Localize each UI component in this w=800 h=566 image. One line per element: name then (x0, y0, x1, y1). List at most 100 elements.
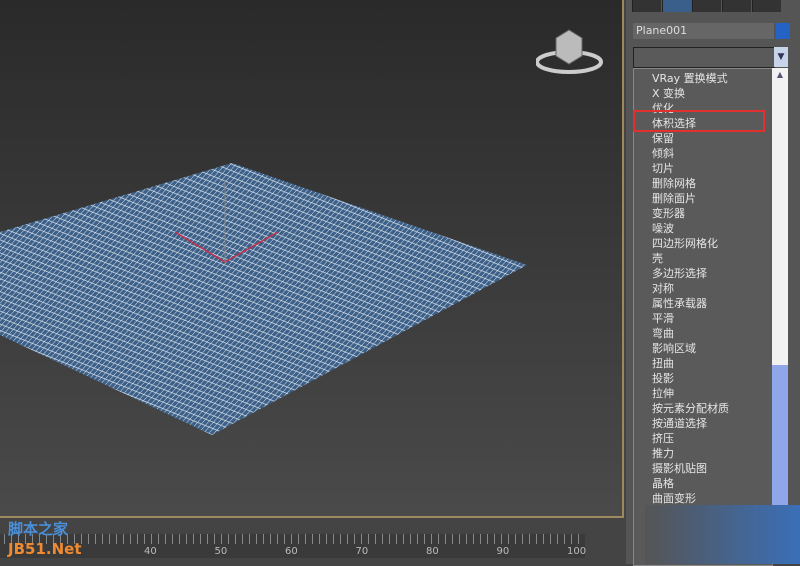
modifier-list-item[interactable]: 按通道选择 (652, 416, 707, 431)
timeline-tick (543, 534, 544, 544)
timeline-tick (172, 534, 173, 544)
timeline-tick (389, 534, 390, 544)
modifier-list-item[interactable]: 平滑 (652, 311, 674, 326)
timeline-tick (347, 534, 348, 544)
panel-bottom (645, 505, 800, 564)
timeline-tick (305, 534, 306, 544)
timeline-tick (284, 534, 285, 544)
timeline-tick (130, 534, 131, 544)
timeline-tick (179, 534, 180, 544)
timeline-label: 80 (426, 546, 439, 557)
timeline-label: 60 (285, 546, 298, 557)
modifier-list-item[interactable]: 推力 (652, 446, 674, 461)
hierarchy-tab-icon[interactable] (692, 0, 721, 12)
display-tab-icon[interactable] (752, 0, 781, 12)
timeline-tick (221, 534, 222, 544)
timeline-tick (354, 534, 355, 544)
modifier-list-item[interactable]: 晶格 (652, 476, 674, 491)
modifier-list-item[interactable]: 保留 (652, 131, 674, 146)
timeline-tick (501, 534, 502, 544)
modifier-list-item[interactable]: 摄影机贴图 (652, 461, 707, 476)
modifier-list-item[interactable]: 倾斜 (652, 146, 674, 161)
modify-tab-icon[interactable] (662, 0, 691, 12)
modifier-list-item[interactable]: 曲面变形 (652, 491, 696, 506)
modifier-list-item[interactable]: X 变换 (652, 86, 685, 101)
timeline-tick (298, 534, 299, 544)
modifier-list-item[interactable]: 对称 (652, 281, 674, 296)
timeline-tick (508, 534, 509, 544)
timeline-tick (564, 534, 565, 544)
modifier-list-item[interactable]: 删除网格 (652, 176, 696, 191)
modifier-list-item[interactable]: 四边形网格化 (652, 236, 718, 251)
modifier-list-item[interactable]: 壳 (652, 251, 663, 266)
timeline-ruler[interactable]: 40 50 60 70 80 90 100 (0, 534, 587, 558)
timeline-tick (529, 534, 530, 544)
modifier-list-item[interactable]: 扭曲 (652, 356, 674, 371)
timeline-tick (424, 534, 425, 544)
timeline-label: 100 (567, 546, 587, 557)
timeline-tick (382, 534, 383, 544)
timeline-tick (256, 534, 257, 544)
motion-tab-icon[interactable] (722, 0, 751, 12)
timeline-tick (158, 534, 159, 544)
chevron-down-icon[interactable]: ▼ (774, 47, 788, 67)
timeline-tick (578, 534, 579, 544)
timeline-tick (536, 534, 537, 544)
timeline-tick (550, 534, 551, 544)
modifier-list-item[interactable]: 删除面片 (652, 191, 696, 206)
modifier-list[interactable]: VRay 置换模式 X 变换 优化 体积选择 保留 倾斜 切片 删除网格 删除面片 变形器 噪波 四边… (633, 68, 773, 566)
object-color-swatch[interactable] (776, 23, 790, 39)
timeline-tick (165, 534, 166, 544)
modifier-list-item[interactable]: 投影 (652, 371, 674, 386)
scroll-up-icon[interactable]: ▲ (772, 68, 788, 82)
create-tab-icon[interactable] (632, 0, 661, 12)
timeline-tick (452, 534, 453, 544)
modifier-list-item[interactable]: 切片 (652, 161, 674, 176)
timeline-tick (228, 534, 229, 544)
timeline-tick (368, 534, 369, 544)
timeline-tick (487, 534, 488, 544)
timeline-tick (557, 534, 558, 544)
modifier-list-item[interactable]: 属性承载器 (652, 296, 707, 311)
timeline-tick (144, 534, 145, 544)
timeline-tick (270, 534, 271, 544)
modifier-list-item[interactable]: 拉伸 (652, 386, 674, 401)
modifier-list-item[interactable]: 按元素分配材质 (652, 401, 729, 416)
modifier-list-item[interactable]: 变形器 (652, 206, 685, 221)
timeline-tick (95, 534, 96, 544)
viewcube-icon[interactable] (536, 26, 606, 76)
timeline-label: 90 (496, 546, 510, 557)
scrollbar-thumb[interactable] (772, 365, 788, 505)
modifier-list-dropdown[interactable] (633, 47, 775, 68)
perspective-viewport[interactable] (0, 0, 624, 518)
timeline-tick (480, 534, 481, 544)
timeline-tick (214, 534, 215, 544)
highlight-box (633, 110, 765, 132)
modifier-list-item[interactable]: 影响区域 (652, 341, 696, 356)
watermark-line2: JB51.Net (8, 540, 82, 558)
modifier-list-item[interactable]: VRay 置换模式 (652, 71, 728, 86)
timeline-tick (312, 534, 313, 544)
timeline-tick (417, 534, 418, 544)
timeline-tick (340, 534, 341, 544)
timeline-tick (263, 534, 264, 544)
object-name-field[interactable]: Plane001 (633, 23, 774, 39)
modifier-list-item[interactable]: 挤压 (652, 431, 674, 446)
timeline-tick (186, 534, 187, 544)
timeline-tick (396, 534, 397, 544)
timeline-tick (431, 534, 432, 544)
timeline-tick (249, 534, 250, 544)
plane-mesh[interactable] (0, 0, 622, 516)
timeline-tick (277, 534, 278, 544)
modifier-list-item[interactable]: 多边形选择 (652, 266, 707, 281)
modifier-list-item[interactable]: 噪波 (652, 221, 674, 236)
timeline-tick (522, 534, 523, 544)
timeline-tick (88, 534, 89, 544)
timeline-tick (151, 534, 152, 544)
timeline-tick (116, 534, 117, 544)
timeline-tick (4, 534, 5, 544)
modifier-list-item[interactable]: 弯曲 (652, 326, 674, 341)
timeline-tick (494, 534, 495, 544)
timeline-label: 40 (144, 546, 157, 557)
timeline-tick (333, 534, 334, 544)
